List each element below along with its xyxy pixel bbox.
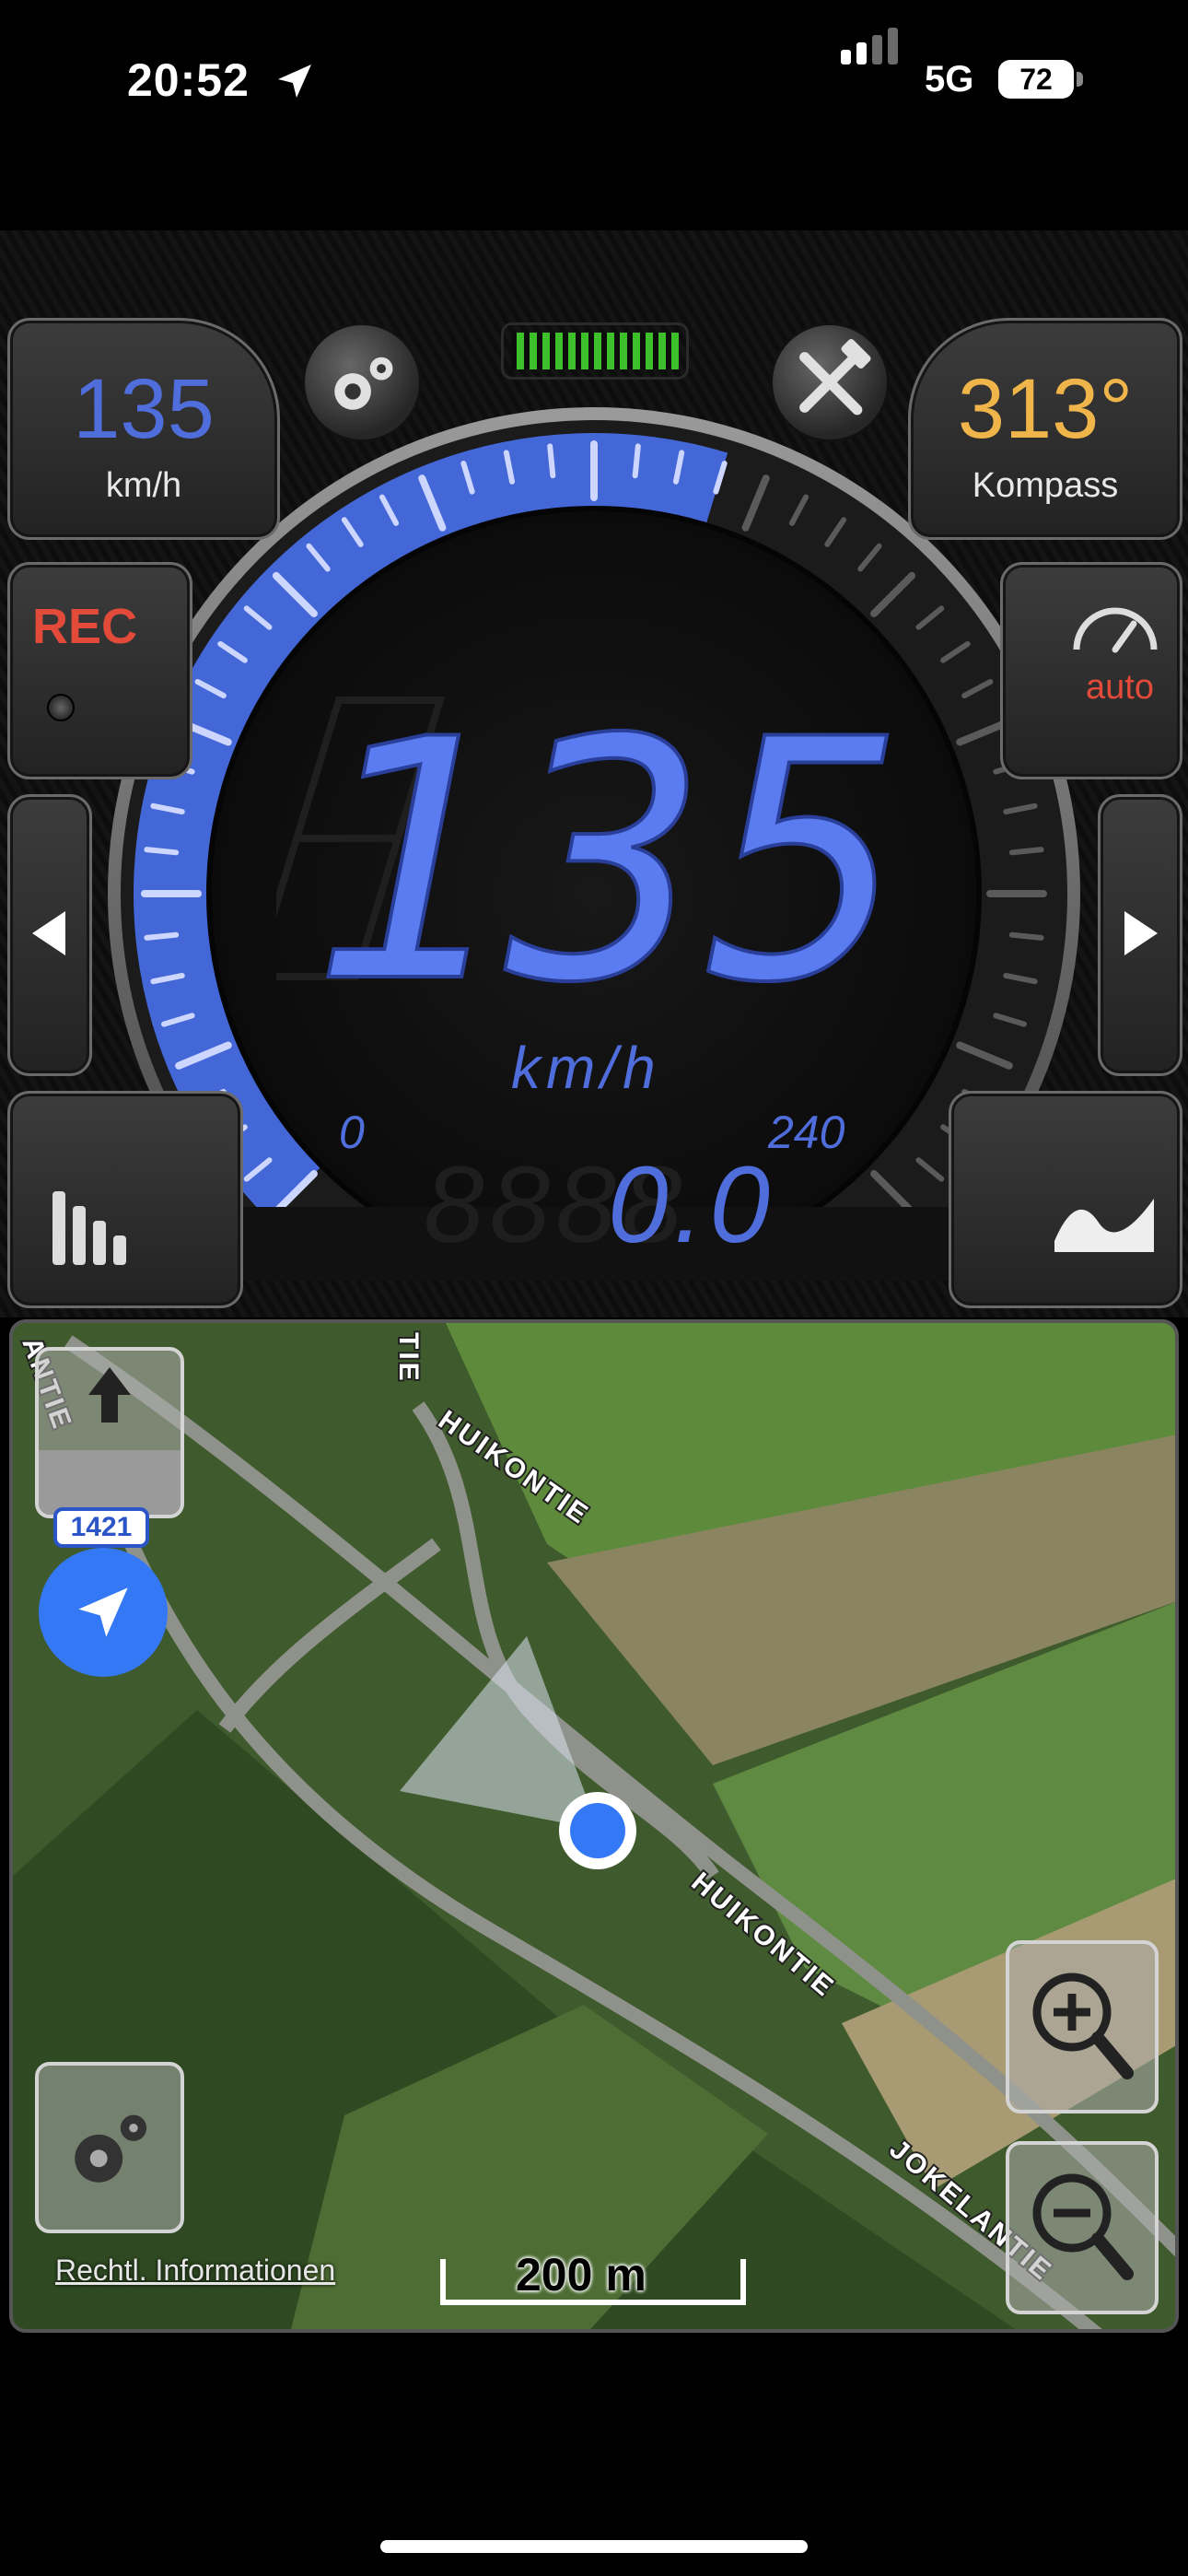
location-arrow-icon [78, 1587, 128, 1637]
record-button[interactable]: REC [7, 562, 192, 779]
battery-tip [1077, 72, 1083, 87]
zoom-out-button[interactable] [1006, 2141, 1159, 2314]
battery-icon: 72 [998, 60, 1074, 99]
locate-me-button[interactable] [39, 1548, 168, 1677]
map-orientation-button[interactable] [35, 1347, 184, 1518]
tools-icon [799, 339, 871, 416]
graph-button[interactable] [949, 1091, 1182, 1308]
speed-readout: 135 [309, 682, 907, 995]
map-settings-button[interactable] [35, 2062, 184, 2233]
clock: 20:52 [127, 54, 250, 106]
bar-chart-icon [52, 1191, 126, 1265]
gauge-tick [547, 443, 556, 479]
map-view[interactable]: HUIKONTIE HUIKONTIE JOKELANTIE ANTIE TIE [9, 1319, 1179, 2333]
compass-label: Kompass [972, 466, 1119, 505]
road-label-tie: TIE [393, 1332, 424, 1384]
rec-label: REC [32, 599, 138, 654]
location-arrow-icon [278, 64, 311, 98]
speed-panel-value: 135 [73, 362, 215, 456]
gear-icon [75, 2114, 147, 2183]
settings-button[interactable] [302, 322, 422, 442]
next-screen-button[interactable] [1098, 794, 1182, 1076]
gear-icon [334, 357, 393, 410]
gauge-tick [1008, 931, 1044, 941]
zoom-in-button[interactable] [1006, 1940, 1159, 2113]
network-type: 5G [925, 59, 974, 100]
gauge-min-label: 0 [339, 1107, 365, 1158]
speed-panel-unit: km/h [105, 466, 182, 505]
statistics-button[interactable] [7, 1091, 243, 1308]
gauge-tick [1008, 847, 1044, 856]
rec-indicator-led [47, 694, 75, 721]
zoom-out-icon [1032, 2173, 1134, 2280]
arrow-up-icon [88, 1367, 131, 1423]
line-graph-icon [1054, 1199, 1154, 1252]
home-indicator[interactable] [380, 2540, 808, 2553]
gauge-unit: km/h [511, 1035, 661, 1101]
signal-level-meter [501, 322, 689, 380]
map-scale-label: 200 m [516, 2249, 646, 2301]
compass-heading: 313° [957, 362, 1134, 456]
speed-panel[interactable]: 135 km/h [7, 318, 280, 540]
legal-info-link[interactable]: Rechtl. Informationen [55, 2254, 335, 2288]
gauge-tick [144, 847, 180, 856]
trip-distance: 0.0 [608, 1144, 776, 1266]
gauge-tick [144, 931, 180, 941]
gauge-max-label: 240 [768, 1107, 845, 1158]
route-shield: 1421 [53, 1507, 149, 1548]
status-bar: 20:52 5G 72 [0, 0, 1188, 166]
compass-panel[interactable]: 313° Kompass [908, 318, 1182, 540]
tools-button[interactable] [770, 322, 890, 442]
triangle-right-icon [1124, 911, 1158, 955]
speed-digits: 135 [276, 682, 909, 995]
zoom-in-icon [1032, 1973, 1134, 2079]
speedometer-icon [1073, 607, 1158, 653]
previous-screen-button[interactable] [7, 794, 92, 1076]
auto-label: auto [1086, 668, 1154, 707]
gauge-tick [632, 443, 641, 479]
triangle-left-icon [32, 911, 65, 955]
auto-mode-button[interactable]: auto [1000, 562, 1182, 779]
satellite-map: HUIKONTIE HUIKONTIE JOKELANTIE ANTIE TIE [13, 1323, 1175, 2329]
